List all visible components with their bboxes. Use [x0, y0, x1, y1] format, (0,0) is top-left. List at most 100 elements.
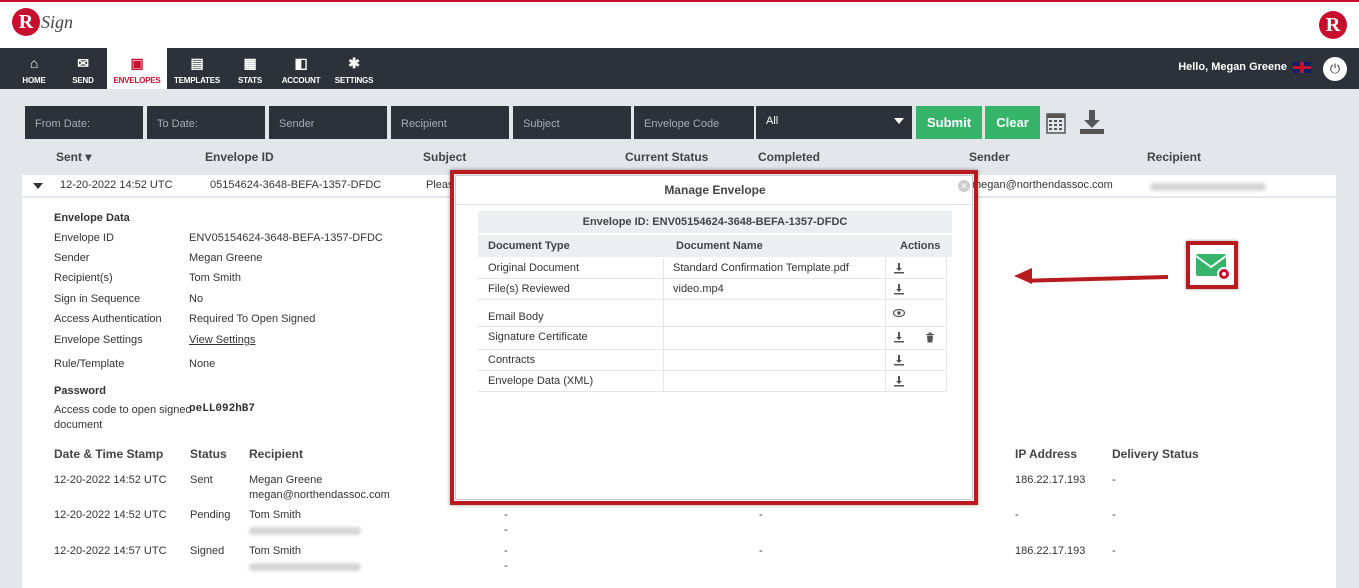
nav-home[interactable]: ⌂ HOME — [14, 48, 54, 89]
nav-send[interactable]: ✉ SEND — [64, 48, 102, 89]
main-nav: ⌂ HOME ✉ SEND ▣ ENVELOPES ▤ TEMPLATES ▦ … — [0, 48, 1359, 89]
modal-table-row: Original Document Standard Confirmation … — [478, 258, 947, 279]
field-label: Sign in Sequence — [54, 293, 141, 305]
eye-icon[interactable] — [893, 307, 905, 319]
column-completed[interactable]: Completed — [758, 150, 820, 164]
status-select-value: All — [766, 115, 779, 127]
field-value: No — [189, 293, 204, 305]
greeting-text: Hello, Megan Greene — [1178, 61, 1287, 73]
modal-envelope-id: Envelope ID: ENV05154624-3648-BEFA-1357-… — [478, 211, 952, 233]
row-sender: megan@northendassoc.com — [972, 179, 1113, 191]
collapse-chevron-icon[interactable] — [33, 183, 43, 189]
uk-flag-icon[interactable] — [1293, 61, 1311, 73]
to-date-input[interactable]: To Date: — [147, 106, 267, 139]
field-value: Required To Open Signed — [189, 313, 316, 325]
user-greeting[interactable]: Hello, Megan Greene — [1178, 61, 1311, 73]
view-settings-link[interactable]: View Settings — [189, 334, 255, 346]
logo-text: Sign — [41, 11, 74, 32]
field-value: None — [189, 358, 216, 370]
nav-settings[interactable]: ✱ SETTINGS — [332, 48, 376, 89]
column-subject[interactable]: Subject — [423, 150, 466, 164]
nav-label: ACCOUNT — [281, 76, 321, 85]
recipient-input[interactable]: Recipient — [391, 106, 511, 139]
envelope-code-input[interactable]: Envelope Code — [634, 106, 756, 139]
power-icon[interactable]: ⏻ — [1323, 57, 1347, 81]
doc-type: Contracts — [488, 354, 536, 366]
column-envelope-id[interactable]: Envelope ID — [205, 150, 274, 164]
history-col-status: Status — [190, 447, 227, 461]
submit-button[interactable]: Submit — [916, 106, 982, 139]
download-icon[interactable] — [893, 354, 905, 366]
status-select[interactable]: All — [756, 106, 912, 139]
nav-stats[interactable]: ▦ STATS — [232, 48, 268, 89]
history-cell: - — [504, 560, 508, 572]
column-sender[interactable]: Sender — [969, 150, 1010, 164]
history-status: Sent — [190, 474, 213, 486]
nav-templates[interactable]: ▤ TEMPLATES — [170, 48, 224, 89]
modal-table-row: Envelope Data (XML) — [478, 371, 947, 392]
nav-label: SETTINGS — [334, 76, 374, 85]
field-label: Rule/Template — [54, 358, 125, 370]
sort-down-icon: ▾ — [85, 150, 92, 164]
column-sent[interactable]: Sent ▾ — [56, 150, 91, 164]
history-cell: - — [504, 509, 508, 521]
history-recipient-name: Tom Smith — [249, 545, 301, 557]
access-code-label-cont: document — [54, 419, 103, 431]
doc-type: Envelope Data (XML) — [488, 375, 594, 387]
history-recipient-email: megan@northendassoc.com — [249, 489, 390, 501]
history-cell: - — [759, 509, 763, 521]
doc-name: Standard Confirmation Template.pdf — [673, 262, 849, 274]
history-delivery: - — [1112, 474, 1116, 486]
rsign-logo[interactable]: R Sign — [12, 8, 73, 36]
envelope-settings-icon — [1195, 254, 1231, 281]
trash-icon[interactable] — [924, 331, 936, 343]
brand-bar: R Sign R — [0, 0, 1359, 48]
row-sent: 12-20-2022 14:52 UTC — [60, 179, 173, 191]
templates-icon: ▤ — [190, 55, 204, 71]
manage-envelope-modal: Manage Envelope ✕ Envelope ID: ENV051546… — [455, 175, 974, 500]
history-ip: - — [1015, 509, 1019, 521]
history-recipient-email-redacted — [249, 526, 361, 538]
download-icon[interactable] — [893, 262, 905, 274]
chevron-down-icon — [894, 118, 904, 124]
nav-label: STATS — [237, 76, 263, 85]
annotation-arrow-head — [1014, 268, 1032, 284]
column-label: Sent — [56, 150, 83, 164]
envelope-data-heading: Envelope Data — [54, 212, 130, 224]
nav-label: SEND — [72, 76, 94, 85]
nav-account[interactable]: ◧ ACCOUNT — [278, 48, 324, 89]
history-cell: - — [504, 524, 508, 536]
modal-table-row: File(s) Reviewed video.mp4 — [478, 279, 947, 300]
logo-mark: R — [12, 8, 40, 36]
from-date-input[interactable]: From Date: — [25, 106, 145, 139]
manage-envelope-button[interactable] — [1186, 241, 1238, 289]
divider — [456, 204, 974, 205]
history-col-ip: IP Address — [1015, 447, 1078, 461]
calendar-icon[interactable] — [1046, 112, 1066, 134]
envelopes-icon: ▣ — [130, 55, 144, 71]
nav-label: HOME — [22, 76, 46, 85]
field-label: Envelope ID — [54, 232, 114, 244]
subject-input[interactable]: Subject — [513, 106, 633, 139]
clear-button[interactable]: Clear — [985, 106, 1040, 139]
sender-input[interactable]: Sender — [269, 106, 389, 139]
field-value: Megan Greene — [189, 252, 263, 264]
download-icon[interactable] — [893, 283, 905, 295]
download-icon[interactable] — [893, 331, 905, 343]
nav-envelopes[interactable]: ▣ ENVELOPES — [107, 48, 167, 89]
close-icon[interactable]: ✕ — [958, 180, 970, 192]
access-code-value: oeLL092hB7 — [189, 403, 256, 415]
history-timestamp: 12-20-2022 14:57 UTC — [54, 545, 167, 557]
password-heading: Password — [54, 385, 106, 397]
history-status: Signed — [190, 545, 225, 557]
column-current-status[interactable]: Current Status — [625, 150, 708, 164]
download-icon[interactable] — [1078, 108, 1106, 136]
doc-name: video.mp4 — [673, 283, 724, 295]
history-recipient-email-redacted — [249, 562, 361, 574]
field-label: Envelope Settings — [54, 334, 143, 346]
account-icon: ◧ — [294, 55, 308, 71]
briefcase-icon: ▦ — [243, 55, 257, 71]
history-recipient-name: Tom Smith — [249, 509, 301, 521]
column-recipient[interactable]: Recipient — [1147, 150, 1201, 164]
download-icon[interactable] — [893, 375, 905, 387]
